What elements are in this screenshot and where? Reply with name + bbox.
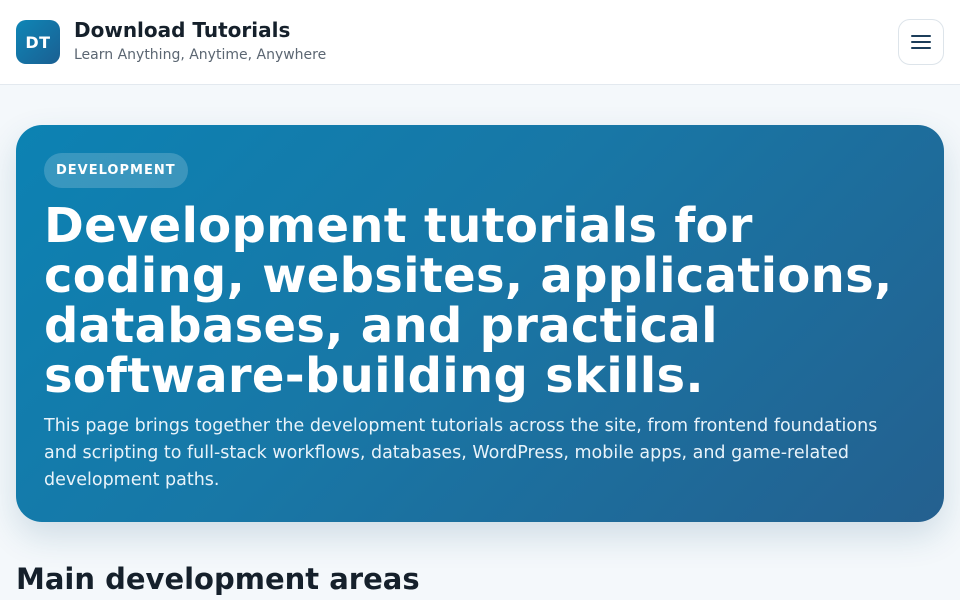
category-badge: DEVELOPMENT (44, 153, 188, 188)
site-logo[interactable]: DT (16, 20, 60, 64)
site-title[interactable]: Download Tutorials (74, 18, 290, 42)
section-heading: Main development areas (16, 562, 420, 596)
menu-button[interactable] (898, 19, 944, 65)
site-header: DT Download Tutorials Learn Anything, An… (0, 0, 960, 85)
hero-description: This page brings together the developmen… (44, 416, 878, 490)
site-tagline: Learn Anything, Anytime, Anywhere (74, 47, 327, 63)
hero-title: Development tutorials for coding, websit… (44, 198, 893, 404)
hamburger-menu-icon (911, 34, 931, 50)
hero-banner: DEVELOPMENT Development tutorials for co… (16, 125, 944, 522)
